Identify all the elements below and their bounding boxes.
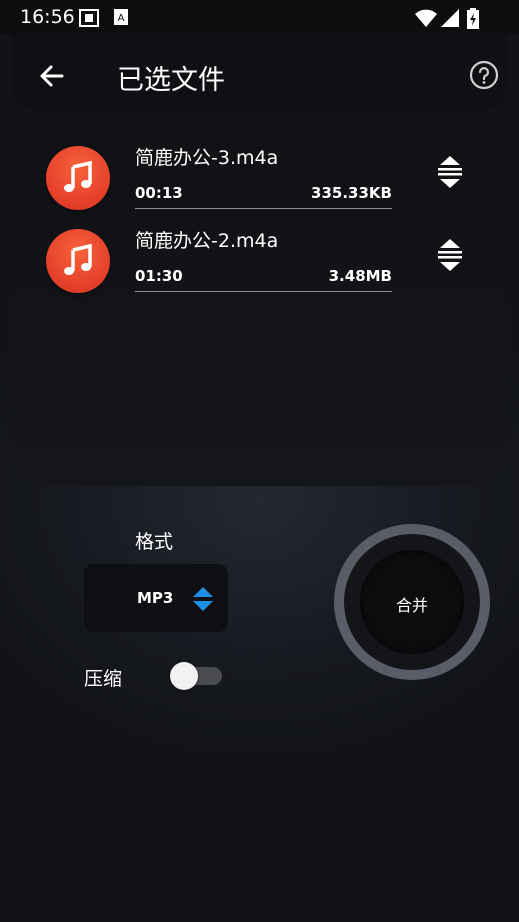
screenshot-icon [79, 9, 99, 27]
up-down-arrows-icon [193, 587, 213, 611]
file-row[interactable]: 简鹿办公-3.m4a 00:13 335.33KB [0, 146, 519, 230]
file-duration: 00:13 [135, 184, 183, 202]
wifi-icon [415, 9, 437, 27]
file-duration: 01:30 [135, 267, 183, 285]
divider [135, 291, 392, 292]
merge-button-label: 合并 [395, 596, 428, 615]
file-name: 简鹿办公-2.m4a [135, 230, 279, 252]
status-time: 16:56 [20, 6, 75, 28]
keyboard-icon: A [114, 9, 128, 25]
compress-label: 压缩 [84, 668, 123, 690]
format-label: 格式 [135, 531, 174, 553]
battery-icon [467, 8, 479, 29]
header-card [12, 34, 507, 112]
drag-sort-icon[interactable] [436, 237, 464, 273]
file-size: 335.33KB [311, 184, 392, 202]
file-name: 简鹿办公-3.m4a [135, 147, 279, 169]
merge-button[interactable]: 合并 [334, 524, 490, 680]
svg-text:A: A [118, 13, 125, 24]
status-bar: 16:56 A [0, 0, 519, 34]
format-value: MP3 [137, 589, 174, 607]
format-select[interactable]: MP3 [84, 564, 228, 632]
file-row[interactable]: 简鹿办公-2.m4a 01:30 3.48MB [0, 229, 519, 313]
divider [135, 208, 392, 209]
signal-icon [441, 9, 459, 27]
toggle-thumb [170, 662, 198, 690]
music-note-icon [46, 146, 110, 210]
arrow-left-icon[interactable] [38, 62, 66, 90]
compress-toggle[interactable] [170, 662, 222, 690]
music-note-icon [46, 229, 110, 293]
drag-sort-icon[interactable] [436, 154, 464, 190]
question-circle-icon[interactable] [469, 60, 499, 90]
merge-button-core: 合并 [360, 550, 464, 654]
page-title: 已选文件 [117, 65, 225, 96]
merge-button-ring: 合并 [344, 534, 480, 670]
file-size: 3.48MB [328, 267, 392, 285]
